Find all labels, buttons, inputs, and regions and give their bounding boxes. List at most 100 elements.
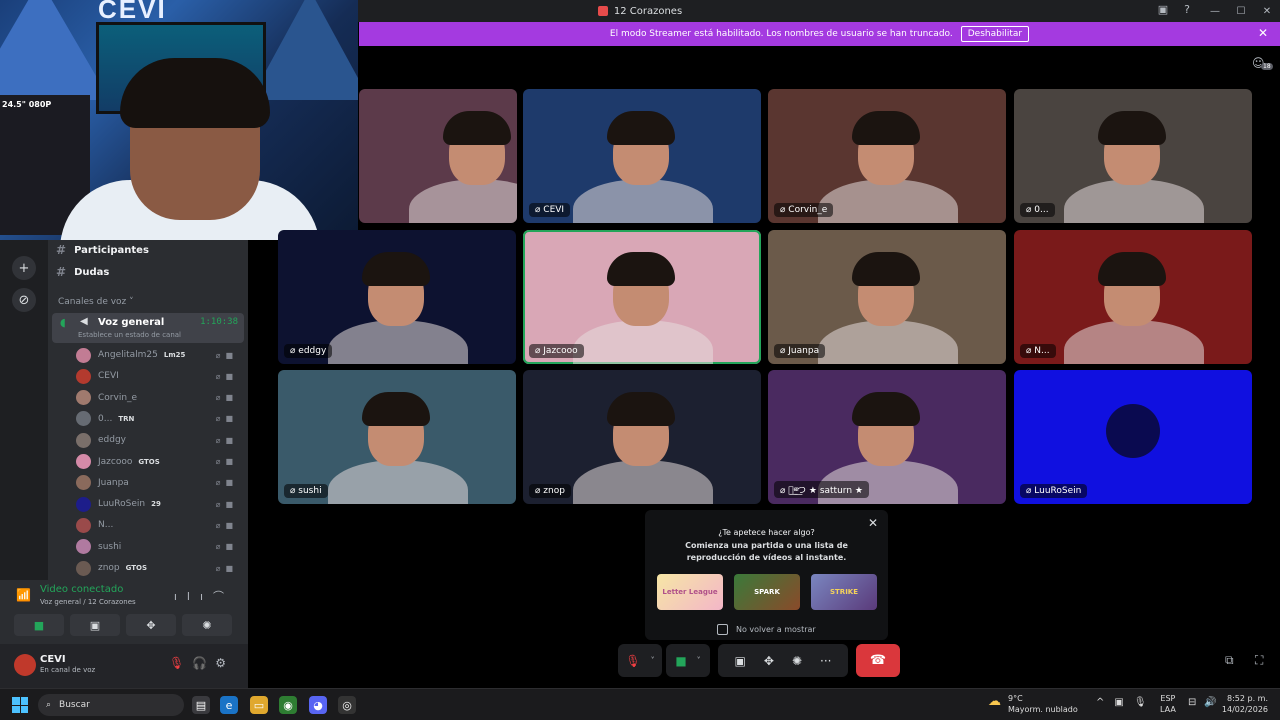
voice-member[interactable]: Angelitalm25 Lm25 ⌀■ — [76, 346, 244, 364]
game-letter-league[interactable]: Letter League — [657, 574, 723, 610]
language-indicator[interactable]: ESP LAA — [1160, 693, 1176, 715]
members-list-icon[interactable]: ☺ 18 — [1252, 56, 1273, 70]
video-tile[interactable]: ⌀ sushi — [278, 370, 516, 504]
avatar — [76, 390, 91, 406]
member-status-icons: ⌀■ — [215, 350, 238, 360]
soundboard-button[interactable]: ✺ — [182, 614, 232, 636]
call-timer: 1:10:38 — [200, 317, 238, 327]
member-name: eddgy — [98, 435, 127, 446]
voice-member[interactable]: N... ⌀■ — [76, 516, 244, 534]
network-icon[interactable]: ⊟ — [1188, 697, 1204, 708]
speaker-icon: ◀ — [80, 316, 88, 327]
checkbox-box[interactable] — [717, 624, 728, 635]
voice-member[interactable]: eddgy ⌀■ — [76, 431, 244, 449]
user-status: En canal de voz — [40, 666, 96, 674]
voice-channel-general[interactable]: ◖ ◀ Voz general 1:10:38 Establece un est… — [52, 313, 244, 343]
video-tile[interactable]: ⌀ Corvin_e — [768, 89, 1006, 223]
chevron-down-icon[interactable]: ˅ — [697, 656, 701, 665]
channel-participantes[interactable]: # Participantes — [56, 241, 149, 259]
avatar — [76, 411, 91, 427]
connection-location[interactable]: Voz general / 12 Corazones — [40, 598, 136, 606]
deafen-icon[interactable]: 🎧 — [192, 656, 215, 670]
video-tile[interactable]: ⌀ eddgy — [278, 230, 516, 364]
add-server-icon[interactable]: + — [12, 256, 36, 280]
video-tile[interactable]: ⌀ znop — [523, 370, 761, 504]
fullscreen-icon[interactable]: ⛶ — [1255, 653, 1263, 668]
clock[interactable]: 8:52 p. m. 14/02/2026 — [1222, 693, 1268, 715]
game-spark[interactable]: SPARK — [734, 574, 800, 610]
video-tile[interactable]: ⌀ Jazcooo — [523, 230, 761, 364]
edge-icon[interactable]: e — [220, 696, 238, 714]
activities-button[interactable]: ✥ — [126, 614, 176, 636]
voice-member[interactable]: Corvin_e ⌀■ — [76, 389, 244, 407]
taskbar-search[interactable]: ⌕ Buscar — [38, 694, 184, 716]
video-tile[interactable]: ⌀ LuuRoSein — [1014, 370, 1252, 504]
voice-member[interactable]: Juanpa ⌀■ — [76, 474, 244, 492]
discord-taskbar-icon[interactable]: ◕ — [309, 696, 327, 714]
chrome-icon[interactable]: ◉ — [279, 696, 297, 714]
video-tile[interactable]: ⌀ Juanpa — [768, 230, 1006, 364]
disable-streamer-button[interactable]: Deshabilitar — [960, 26, 1030, 42]
mute-icon[interactable]: 🎙 — [169, 656, 192, 670]
soundboard-icon[interactable]: ✺ — [792, 654, 802, 668]
help-icon[interactable]: ? — [1184, 3, 1190, 16]
activity-suggestion-popup: ✕ ¿Te apetece hacer algo? Comienza una p… — [645, 510, 888, 640]
maximize-button[interactable]: ☐ — [1228, 6, 1254, 17]
more-options-icon[interactable]: ··· — [820, 654, 831, 668]
screen-share-button[interactable]: ▣ — [70, 614, 120, 636]
banner-text: El modo Streamer está habilitado. Los no… — [609, 29, 953, 39]
member-status-icons: ⌀■ — [215, 414, 238, 424]
popout-icon[interactable]: ⧉ — [1225, 653, 1234, 668]
inbox-icon[interactable]: ▣ — [1158, 3, 1168, 16]
signal-icon[interactable]: 📶 — [16, 588, 31, 602]
windows-start-icon[interactable] — [12, 697, 28, 713]
monitor-label: 24.5" 080P — [2, 100, 52, 109]
voice-member[interactable]: CEVI ⌀■ — [76, 367, 244, 385]
dont-show-checkbox[interactable]: No volver a mostrar — [717, 624, 816, 635]
video-tile[interactable]: ⌀ ツ͟ᵉͤ͟つ ★ satturn ★ — [768, 370, 1006, 504]
voice-member[interactable]: znop GTOS ⌀■ — [76, 559, 244, 577]
avatar — [76, 475, 91, 491]
hangup-button[interactable]: ☎ — [856, 644, 900, 677]
server-icon — [597, 6, 608, 16]
video-tile[interactable]: ⌀ 0... — [1014, 89, 1252, 223]
explore-icon[interactable]: ⊘ — [12, 288, 36, 312]
soundboard-icon: ✺ — [202, 618, 212, 632]
tray-app-icon[interactable]: ▣ — [1114, 697, 1133, 708]
chevron-up-icon[interactable]: ^ — [1096, 697, 1114, 708]
channel-status-input[interactable]: Establece un estado de canal — [78, 331, 181, 339]
mic-toggle[interactable]: 🎙 ˅ — [618, 644, 662, 677]
microphone-icon[interactable]: 🎙 — [1134, 697, 1157, 708]
member-name: Corvin_e — [98, 392, 138, 403]
participant-hair — [852, 252, 920, 286]
member-name: Angelitalm25 — [98, 350, 158, 360]
weather-widget[interactable]: ☁ 9°C Mayorm. nublado — [988, 693, 1078, 715]
voice-member[interactable]: LuuRoSein 29 ⌀■ — [76, 495, 244, 513]
voice-member[interactable]: 0... TRN ⌀■ — [76, 410, 244, 428]
banner-close-icon[interactable]: ✕ — [1258, 26, 1268, 40]
camera-toggle[interactable]: ■ ˅ — [666, 644, 710, 677]
voice-member[interactable]: Jazcooo GTOS ⌀■ — [76, 453, 244, 471]
voice-connection-panel: 📶 Video conectado Voz general / 12 Coraz… — [8, 578, 244, 640]
minimize-button[interactable]: — — [1202, 6, 1228, 17]
file-explorer-icon[interactable]: ▭ — [250, 696, 268, 714]
settings-gear-icon[interactable]: ⚙ — [215, 656, 234, 670]
close-window-button[interactable]: ✕ — [1254, 6, 1280, 17]
video-tile[interactable] — [359, 89, 517, 223]
camera-button[interactable]: ■ — [14, 614, 64, 636]
task-view-icon[interactable]: ▤ — [192, 696, 210, 714]
disconnect-icon[interactable]: ⌒ — [213, 590, 234, 603]
chevron-down-icon[interactable]: ˅ — [651, 656, 655, 665]
noise-suppression-icon[interactable]: ılı — [174, 590, 213, 603]
obs-icon[interactable]: ◎ — [338, 696, 356, 714]
game-strike[interactable]: STRIKE — [811, 574, 877, 610]
video-tile[interactable]: ⌀ CEVI — [523, 89, 761, 223]
avatar[interactable] — [14, 654, 36, 676]
voice-member[interactable]: sushi ⌀■ — [76, 538, 244, 556]
video-tile[interactable]: ⌀ N... — [1014, 230, 1252, 364]
screen-share-icon[interactable]: ▣ — [735, 654, 746, 668]
channel-dudas[interactable]: # Dudas — [56, 263, 109, 281]
member-status-icons: ⌀■ — [215, 520, 238, 530]
activities-icon[interactable]: ✥ — [764, 654, 774, 668]
voice-category-header[interactable]: Canales de voz ˅ — [58, 297, 134, 307]
